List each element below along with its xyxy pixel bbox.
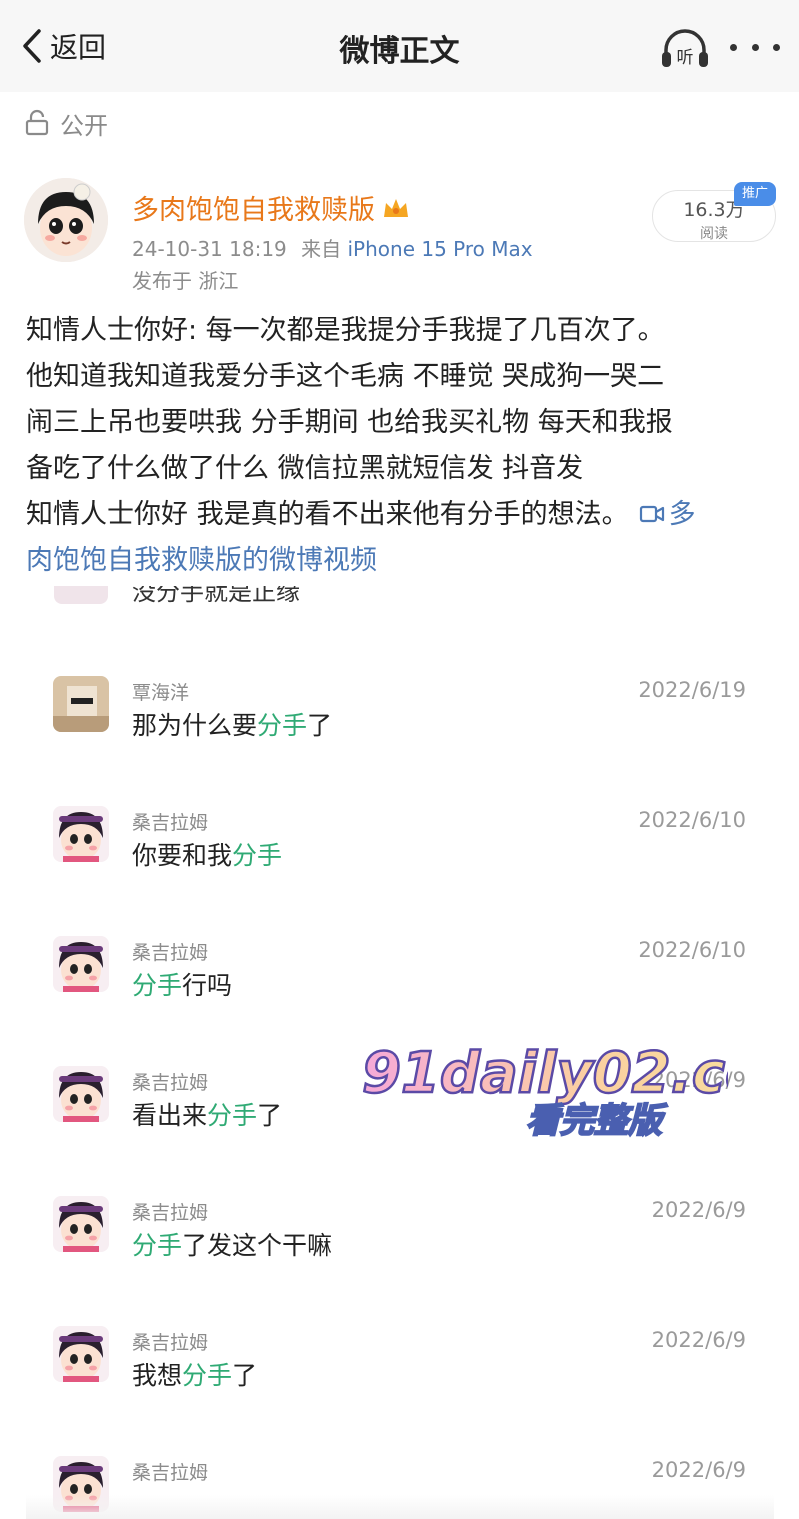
more-dots-icon bbox=[773, 43, 780, 51]
listen-label: 听 bbox=[677, 48, 694, 68]
crown-icon bbox=[384, 198, 408, 217]
video-link-continued[interactable]: 肉饱饱自我救赎版的微博视频 bbox=[26, 538, 778, 584]
comment-author: 桑吉拉姆 bbox=[132, 812, 209, 834]
comment-text-part: 了 bbox=[232, 1361, 258, 1390]
comment-author: 桑吉拉姆 bbox=[132, 1462, 209, 1484]
video-link-text: 多 bbox=[668, 499, 696, 530]
post-line: 知情人士你好: 每一次都是我提分手我提了几百次了。 bbox=[26, 315, 665, 346]
post-line: 他知道我知道我爱分手这个毛病 不睡觉 哭成狗一哭二 bbox=[26, 361, 665, 392]
visibility-label: 公开 bbox=[60, 111, 108, 140]
avatar bbox=[53, 1066, 109, 1122]
comment-text-part: 那为什么要 bbox=[132, 711, 258, 740]
post-line: 知情人士你好 我是真的看不出来他有分手的想法。 bbox=[26, 499, 629, 530]
post-body: 知情人士你好: 每一次都是我提分手我提了几百次了。 他知道我知道我爱分手这个毛病… bbox=[26, 308, 778, 584]
comment-author: 桑吉拉姆 bbox=[132, 1202, 209, 1224]
promo-badge: 推广 bbox=[734, 182, 776, 206]
lock-icon bbox=[25, 109, 49, 136]
comment-author: 桑吉拉姆 bbox=[132, 1072, 209, 1094]
post-line-with-link: 知情人士你好 我是真的看不出来他有分手的想法。 多 bbox=[26, 492, 778, 538]
comment-text-part: 行吗 bbox=[182, 971, 233, 1000]
comment-row: 桑吉拉姆 2022/6/9 看出来分手了 bbox=[26, 1066, 774, 1176]
comment-date: 2022/6/19 bbox=[638, 678, 746, 702]
comment-date: 2022/6/10 bbox=[638, 808, 746, 832]
comment-text-part: 了发这个干嘛 bbox=[182, 1231, 333, 1260]
partial-comment-row: 没分手就是正缘 bbox=[26, 586, 774, 608]
more-dots-icon bbox=[730, 43, 737, 51]
headphones-icon: 听 bbox=[662, 29, 708, 68]
post-date: 24-10-31 18:19 bbox=[132, 237, 287, 261]
comment-author: 覃海洋 bbox=[132, 682, 190, 704]
comment-text: 你要和我分手 bbox=[132, 836, 282, 872]
source-prefix: 来自 bbox=[301, 237, 342, 261]
video-icon bbox=[639, 505, 664, 522]
comment-text-part: 看出来 bbox=[132, 1101, 208, 1130]
comment-author: 桑吉拉姆 bbox=[132, 1332, 209, 1354]
more-options-button[interactable] bbox=[730, 30, 780, 64]
comment-date: 2022/6/9 bbox=[651, 1068, 746, 1092]
highlighted-keyword: 分手 bbox=[132, 1231, 183, 1260]
partial-comment-text: 没分手就是正缘 bbox=[132, 586, 300, 606]
avatar bbox=[53, 1326, 109, 1382]
comment-row: 桑吉拉姆 2022/6/10 分手行吗 bbox=[26, 936, 774, 1046]
comment-text: 分手行吗 bbox=[132, 966, 232, 1002]
avatar bbox=[53, 1196, 109, 1252]
comment-text: 那为什么要分手了 bbox=[132, 706, 332, 742]
avatar bbox=[53, 676, 109, 732]
bottom-fade bbox=[26, 1495, 774, 1519]
comment-text-part: 了 bbox=[257, 1101, 283, 1130]
nav-bar: 返回 微博正文 听 bbox=[0, 0, 799, 92]
comment-text: 我想分手了 bbox=[132, 1356, 257, 1392]
source-device-link[interactable]: iPhone 15 Pro Max bbox=[348, 237, 533, 261]
avatar bbox=[53, 936, 109, 992]
post-line: 备吃了什么做了什么 微信拉黑就短信发 抖音发 bbox=[26, 453, 584, 484]
avatar bbox=[53, 806, 109, 862]
visibility-row: 公开 bbox=[24, 106, 108, 140]
comment-text-part: 我想 bbox=[132, 1361, 183, 1390]
comment-author: 桑吉拉姆 bbox=[132, 942, 209, 964]
cartoon-face-icon bbox=[24, 178, 108, 262]
author-avatar[interactable] bbox=[24, 178, 108, 262]
listen-button[interactable]: 听 bbox=[658, 26, 712, 70]
comment-date: 2022/6/10 bbox=[638, 938, 746, 962]
highlighted-keyword: 分手 bbox=[207, 1101, 258, 1130]
comment-text-part: 你要和我 bbox=[132, 841, 233, 870]
more-dots-icon bbox=[751, 43, 759, 51]
highlighted-keyword: 分手 bbox=[232, 841, 283, 870]
comment-date: 2022/6/9 bbox=[651, 1198, 746, 1222]
comment-row: 覃海洋 2022/6/19 那为什么要分手了 bbox=[26, 676, 774, 786]
video-link[interactable]: 多 bbox=[629, 499, 696, 530]
highlighted-keyword: 分手 bbox=[182, 1361, 233, 1390]
comment-row: 桑吉拉姆 2022/6/10 你要和我分手 bbox=[26, 806, 774, 916]
author-name[interactable]: 多肉饱饱自我救赎版 bbox=[132, 188, 411, 227]
post-line: 闹三上吊也要哄我 分手期间 也给我买礼物 每天和我报 bbox=[26, 407, 673, 438]
highlighted-keyword: 分手 bbox=[257, 711, 308, 740]
read-label: 阅读 bbox=[700, 226, 728, 242]
avatar bbox=[54, 586, 108, 604]
comment-date: 2022/6/9 bbox=[651, 1328, 746, 1352]
highlighted-keyword: 分手 bbox=[132, 971, 183, 1000]
comment-text: 看出来分手了 bbox=[132, 1096, 282, 1132]
comment-row: 桑吉拉姆 2022/6/9 分手了发这个干嘛 bbox=[26, 1196, 774, 1306]
author-name-label: 多肉饱饱自我救赎版 bbox=[132, 195, 375, 226]
comment-text-part: 了 bbox=[307, 711, 333, 740]
post-meta: 24-10-31 18:19 来自 iPhone 15 Pro Max bbox=[132, 233, 533, 262]
comment-row: 桑吉拉姆 2022/6/9 我想分手了 bbox=[26, 1326, 774, 1436]
post-location: 发布于 浙江 bbox=[132, 269, 239, 293]
comment-text: 分手了发这个干嘛 bbox=[132, 1226, 332, 1262]
embedded-comment-screenshot: 没分手就是正缘 覃海洋 2022/6/19 那为什么要分手了 桑吉拉姆 2022/6/1… bbox=[26, 586, 774, 1519]
comment-date: 2022/6/9 bbox=[651, 1458, 746, 1482]
